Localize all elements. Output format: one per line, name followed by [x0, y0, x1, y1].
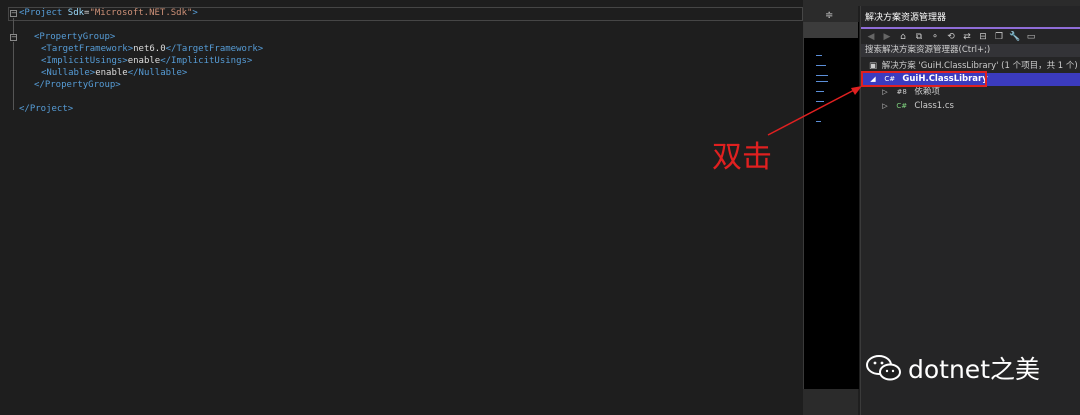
code-token: <Nullable>	[41, 68, 96, 78]
code-editor[interactable]: − − <Project Sdk="Microsoft.NET.Sdk"> <Pr…	[0, 0, 803, 415]
code-token: "Microsoft.NET.Sdk"	[89, 8, 193, 18]
fold-toggle-propertygroup[interactable]: −	[10, 34, 17, 41]
code-token: </Project>	[19, 104, 74, 114]
tree-item-class1[interactable]: ▷ C# Class1.cs	[861, 100, 1080, 113]
code-token: Project	[24, 8, 63, 18]
back-icon[interactable]: ◀	[865, 32, 877, 42]
history-icon[interactable]: ⟲	[945, 32, 957, 42]
fold-guide	[13, 42, 14, 110]
minimap-line	[816, 101, 824, 102]
code-line[interactable]: <Project Sdk="Microsoft.NET.Sdk">	[19, 8, 198, 19]
wechat-icon	[866, 355, 901, 381]
chevron-right-icon[interactable]: ▷	[879, 100, 891, 113]
annotation-text: 双击	[712, 140, 772, 175]
minimap-line	[816, 121, 821, 122]
code-token: </TargetFramework>	[165, 44, 264, 54]
tree-item-label: 依赖项	[914, 87, 940, 97]
code-token: Sdk	[62, 8, 85, 18]
show-all-files-icon[interactable]: ❐	[993, 32, 1005, 42]
minimap-line	[816, 81, 828, 82]
solution-search-input[interactable]: 搜索解决方案资源管理器(Ctrl+;)	[861, 44, 1080, 57]
csharp-file-icon: C#	[896, 102, 908, 110]
panel-title: 解决方案资源管理器	[865, 13, 947, 23]
chevron-right-icon[interactable]: ▷	[879, 86, 891, 99]
watermark: dotnet之美	[866, 350, 1040, 386]
preview-icon[interactable]: ▭	[1025, 32, 1037, 42]
code-line[interactable]: <Nullable>enable</Nullable>	[41, 68, 187, 79]
code-token: <TargetFramework>	[41, 44, 134, 54]
code-line[interactable]: </Project>	[19, 104, 73, 115]
code-token: </ImplicitUsings>	[160, 56, 253, 66]
code-token: <ImplicitUsings>	[41, 56, 128, 66]
minimap[interactable]	[803, 22, 859, 389]
fold-toggle-project[interactable]: −	[10, 10, 17, 17]
tree-item-label: Class1.cs	[914, 101, 954, 111]
sync-icon[interactable]: ⇄	[961, 32, 973, 42]
tree-item-dependencies[interactable]: ▷ #8 依赖项	[861, 86, 1080, 99]
pending-changes-icon[interactable]: ⚬	[929, 32, 941, 42]
code-line[interactable]: <TargetFramework>net6.0</TargetFramework…	[41, 44, 263, 55]
tree-item-label: 解决方案 'GuiH.ClassLibrary' (1 个项目，共 1 个)	[881, 61, 1078, 71]
code-line[interactable]: <ImplicitUsings>enable</ImplicitUsings>	[41, 56, 252, 67]
solution-toolbar: ◀ ▶ ⌂ ⧉ ⚬ ⟲ ⇄ ⊟ ❐ 🔧 ▭	[861, 29, 1080, 45]
split-window-icon[interactable]: ≑	[825, 10, 833, 21]
collapse-all-icon[interactable]: ⊟	[977, 32, 989, 42]
code-token: </Nullable>	[127, 68, 188, 78]
code-line[interactable]: <PropertyGroup>	[34, 32, 115, 43]
home-icon[interactable]: ⌂	[897, 32, 909, 42]
watermark-text: dotnet之美	[908, 355, 1040, 384]
code-line[interactable]: </PropertyGroup>	[34, 80, 121, 91]
code-token: </PropertyGroup>	[34, 80, 121, 90]
code-token: <PropertyGroup>	[34, 32, 116, 42]
code-token: net6.0	[133, 44, 166, 54]
code-token: enable	[95, 68, 128, 78]
code-token: >	[192, 8, 198, 18]
minimap-line	[816, 55, 822, 56]
editor-scrollbar[interactable]: ≑	[803, 6, 859, 415]
switch-views-icon[interactable]: ⧉	[913, 32, 925, 42]
annotation-highlight-box	[861, 71, 987, 87]
minimap-line	[816, 75, 828, 76]
minimap-line	[816, 65, 826, 66]
minimap-viewport[interactable]	[804, 22, 858, 38]
properties-icon[interactable]: 🔧	[1009, 32, 1021, 42]
dependencies-icon: #8	[896, 88, 907, 96]
forward-icon[interactable]: ▶	[881, 32, 893, 42]
minimap-line	[816, 91, 824, 92]
code-token: enable	[127, 56, 161, 66]
fold-guide	[13, 18, 14, 34]
